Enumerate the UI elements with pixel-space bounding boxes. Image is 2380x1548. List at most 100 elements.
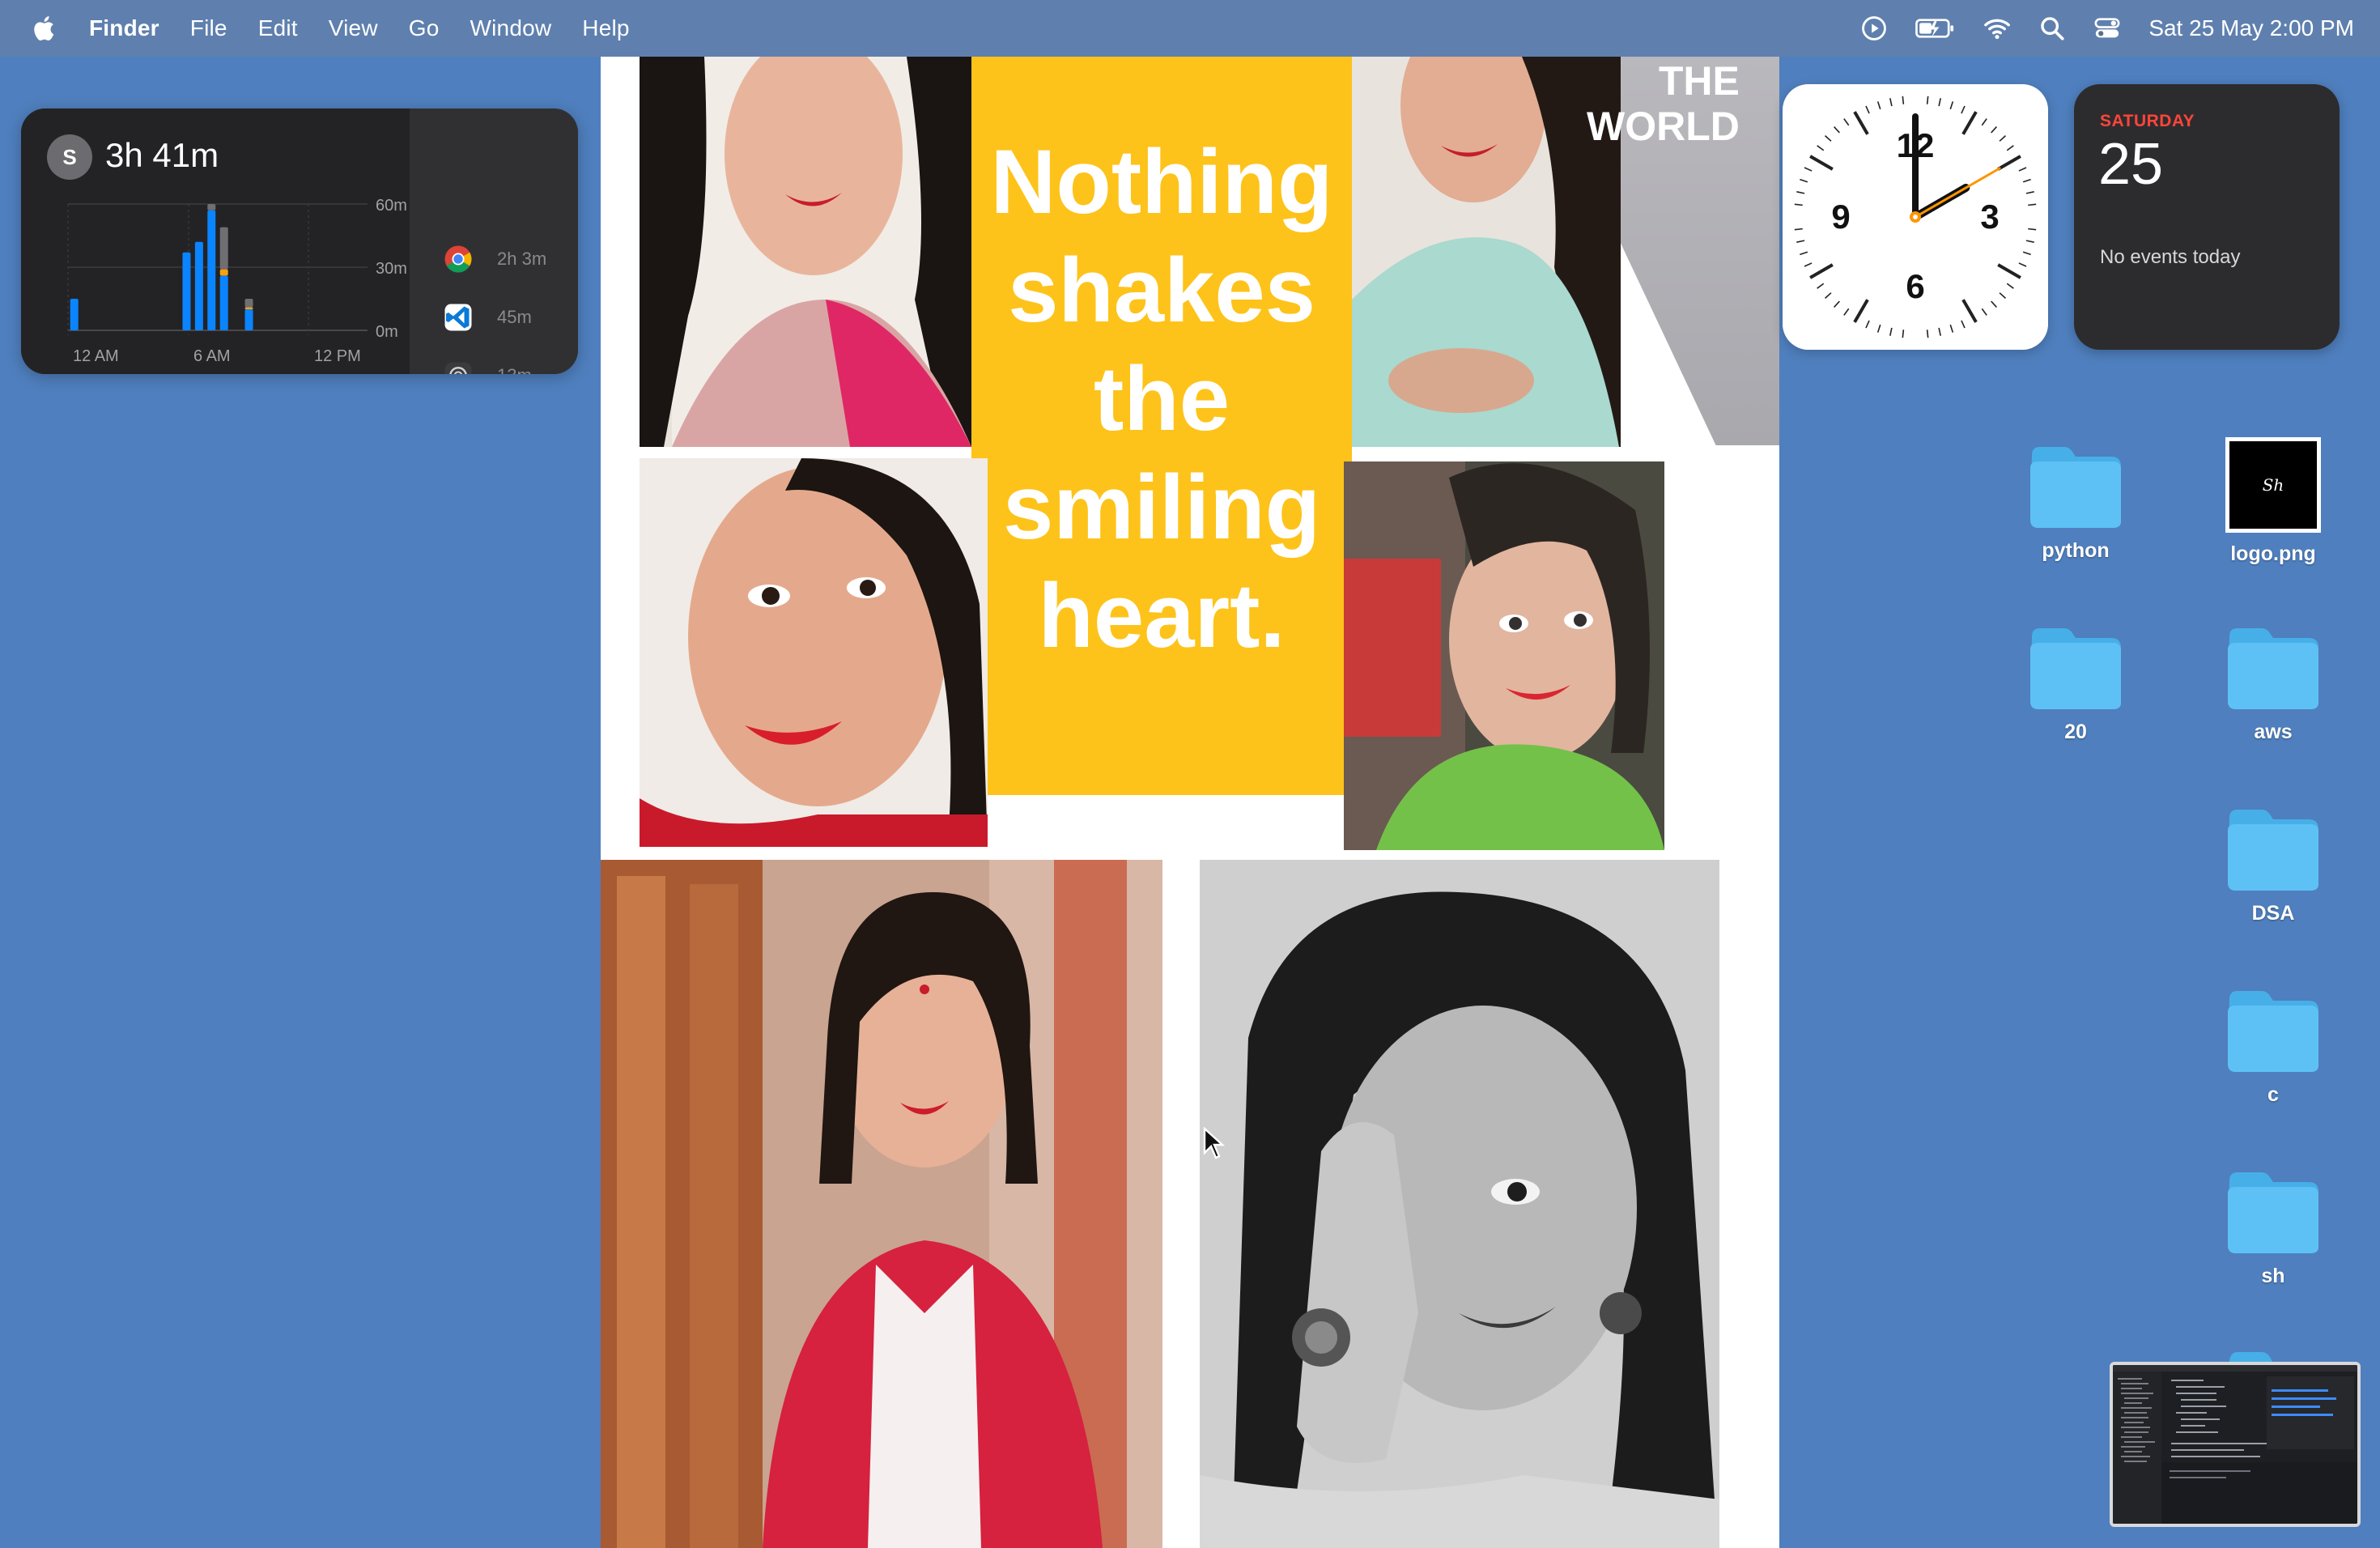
mouse-cursor-icon (1203, 1127, 1226, 1159)
chatgpt-icon (444, 362, 472, 374)
clock-minute-tick (1902, 330, 1905, 338)
usage-bar-gray (207, 204, 216, 211)
x-tick-12am: 12 AM (73, 347, 119, 365)
desktop-icon-label: 20 (2064, 721, 2087, 743)
menubar-clock[interactable]: Sat 25 May 2:00 PM (2148, 15, 2354, 41)
y-tick-60m: 60m (376, 197, 406, 215)
world-text-line-2: WORLD (1587, 104, 1740, 149)
app-row-vscode[interactable]: 45m (444, 303, 532, 332)
desktop-folder-python[interactable]: python (1995, 444, 2157, 563)
menu-file[interactable]: File (190, 15, 227, 41)
portrait-photo-top-left (640, 57, 971, 447)
quote-panel: Nothing shakes the smiling heart. (971, 57, 1352, 795)
usage-bar-blue (182, 252, 191, 330)
app-time-chrome: 2h 3m (497, 249, 547, 269)
desktop-folder-dsa[interactable]: DSA (2192, 806, 2354, 925)
clock-minute-tick (1926, 330, 1929, 338)
usage-bar-gray (219, 227, 228, 270)
usage-bar-blue (219, 275, 228, 330)
calendar-weekday: SATURDAY (2100, 112, 2195, 130)
quote-line-2: shakes (1008, 240, 1315, 341)
usage-bar-orange (244, 307, 253, 309)
portrait-photo-bottom-right (1200, 860, 1719, 1548)
world-text-line-1: THE (1658, 58, 1740, 104)
menu-edit[interactable]: Edit (258, 15, 298, 41)
image-thumbnail: Sh (2225, 437, 2321, 533)
menu-window[interactable]: Window (470, 15, 552, 41)
y-tick-30m: 30m (376, 260, 406, 278)
clock-minute-tick (1794, 228, 1803, 231)
search-icon[interactable] (2038, 15, 2066, 42)
usage-bar-orange (219, 269, 228, 276)
portrait-photo-top-right (1352, 57, 1621, 447)
usage-bar-blue (70, 299, 79, 330)
portrait-photo-bottom-left (601, 860, 1162, 1548)
portrait-photo-middle-right (1344, 461, 1664, 850)
menu-status-area: Sat 25 May 2:00 PM (1860, 0, 2354, 57)
usage-bar-blue (207, 210, 216, 330)
photo-collage-preview[interactable]: Nothing shakes the smiling heart. THE WO… (601, 57, 1779, 1548)
folder-icon (2228, 628, 2318, 709)
control-center-icon[interactable] (2093, 15, 2121, 42)
desktop-file-logo-png[interactable]: Sh logo.png (2192, 437, 2354, 566)
portrait-photo-middle-left (640, 458, 988, 847)
calendar-events: No events today (2100, 246, 2241, 268)
app-time-chatgpt: 13m (497, 365, 532, 374)
x-tick-12pm: 12 PM (314, 347, 361, 365)
menu-bar: Finder File Edit View Go Window Help Sat… (0, 0, 2380, 57)
folder-icon (2030, 447, 2121, 528)
play-circle-icon[interactable] (1860, 15, 1888, 42)
vscode-icon (444, 304, 472, 331)
avatar: S (47, 134, 92, 180)
clock-number-9: 9 (1831, 198, 1850, 236)
screen-time-total: 3h 41m (105, 136, 219, 174)
clock-number-3: 3 (1980, 198, 1999, 236)
quote-line-3: the (1094, 348, 1230, 449)
screen-time-app-list (410, 108, 578, 374)
folder-icon (2229, 1352, 2273, 1363)
world-text: THE WORLD (1587, 58, 1740, 149)
menu-help[interactable]: Help (582, 15, 629, 41)
usage-bar-gray (244, 299, 253, 308)
desktop-icon-label: c (2267, 1083, 2279, 1106)
desktop-icon-label: python (2042, 539, 2110, 562)
usage-bar-blue (194, 241, 203, 330)
clock-minute-tick (1902, 96, 1905, 104)
folder-icon (2228, 810, 2318, 891)
menu-app-name[interactable]: Finder (89, 15, 159, 41)
quote-line-4: smiling (1002, 457, 1321, 558)
calendar-date: 25 (2098, 132, 2164, 197)
folder-icon (2030, 628, 2121, 709)
clock-number-6: 6 (1906, 267, 1924, 305)
desktop-folder-sh[interactable]: sh (2192, 1169, 2354, 1288)
x-tick-6am: 6 AM (193, 347, 231, 365)
app-time-vscode: 45m (497, 307, 532, 327)
desktop-folder-20[interactable]: 20 (1995, 625, 2157, 744)
quote-line-1: Nothing (990, 131, 1333, 232)
app-row-chrome[interactable]: 2h 3m (444, 245, 546, 274)
clock-widget[interactable]: 12 3 6 9 (1783, 84, 2048, 350)
battery-charging-icon[interactable] (1915, 15, 1956, 42)
desktop-icon-label: aws (2254, 721, 2293, 743)
folder-icon (2228, 1172, 2318, 1253)
desktop-folder-c[interactable]: c (2192, 988, 2354, 1107)
desktop-folder-aws[interactable]: aws (2192, 625, 2354, 744)
clock-minute-tick (2028, 203, 2037, 206)
menu-go[interactable]: Go (409, 15, 440, 41)
clock-minute-tick (1926, 96, 1929, 104)
desktop-icon-label: logo.png (2230, 542, 2316, 565)
calendar-widget[interactable]: SATURDAY 25 No events today (2074, 84, 2340, 350)
folder-icon (2228, 991, 2318, 1072)
screen-time-widget[interactable]: S 3h 41m 60m 30m 0m 12 AM 6 AM 12 PM 2h … (21, 108, 578, 374)
screen-time-chart: 60m 30m 0m 12 AM 6 AM 12 PM (67, 197, 406, 365)
screenshot-thumbnail[interactable] (2110, 1362, 2361, 1527)
menu-view[interactable]: View (329, 15, 378, 41)
wifi-icon[interactable] (1983, 15, 2011, 42)
quote-line-5: heart. (1038, 565, 1286, 666)
clock-minute-tick (1794, 203, 1803, 206)
apple-menu-icon[interactable] (31, 14, 60, 43)
desktop-icon-label: sh (2261, 1265, 2285, 1287)
clock-minute-tick (2028, 228, 2037, 231)
app-row-chatgpt[interactable]: 13m (444, 361, 532, 374)
y-tick-0m: 0m (376, 323, 398, 341)
